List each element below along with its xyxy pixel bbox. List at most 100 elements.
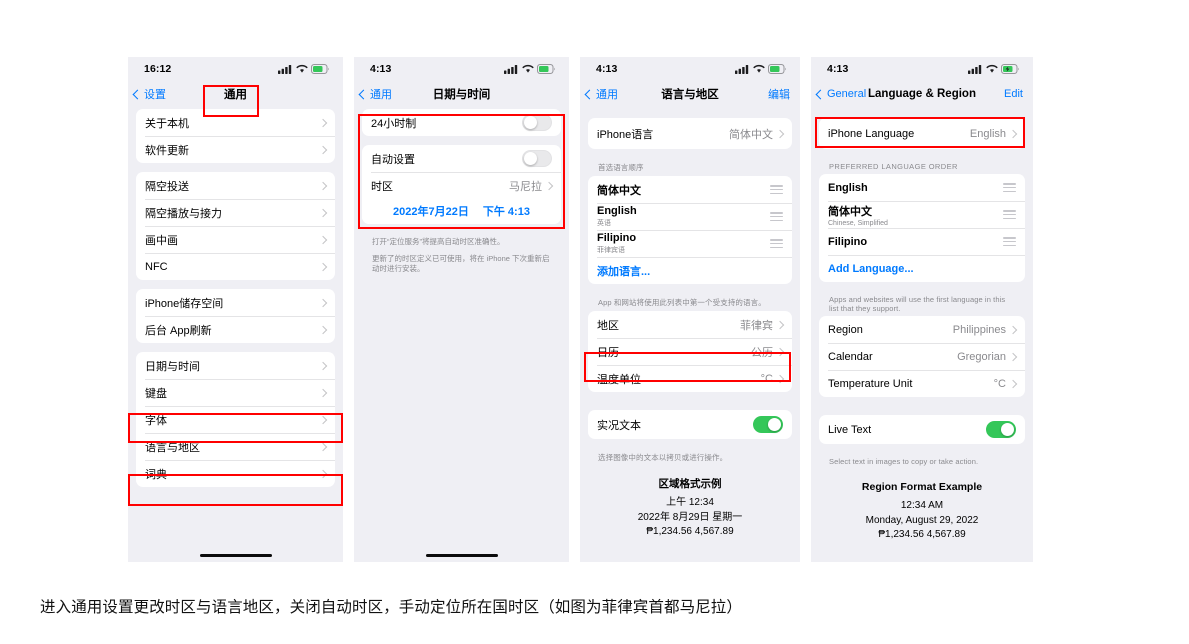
row-label: 日期与时间 <box>145 360 200 373</box>
wifi-icon <box>753 64 765 73</box>
row-set-automatically[interactable]: 自动设置 <box>362 145 561 172</box>
chevron-right-icon <box>318 388 328 397</box>
row-picture-in-picture[interactable]: 画中画 <box>136 226 335 253</box>
back-button[interactable]: 设置 <box>132 86 166 102</box>
toggle-live-text[interactable] <box>753 416 783 433</box>
row-24-hour-time[interactable]: 24小时制 <box>362 109 561 136</box>
row-region[interactable]: 地区 菲律宾 <box>588 311 792 338</box>
back-button[interactable]: 通用 <box>584 86 618 102</box>
language-list-item[interactable]: 简体中文 Chinese, Simplified <box>819 201 1025 228</box>
footnote-live-text: 选择图像中的文本以拷贝或进行操作。 <box>598 453 728 462</box>
row-dictionary[interactable]: 词典 <box>136 460 335 487</box>
row-keyboard[interactable]: 键盘 <box>136 379 335 406</box>
caption-text: 进入通用设置更改时区与语言地区，关闭自动时区，手动定位所在国时区（如图为菲律宾首… <box>40 599 743 616</box>
settings-group-live-text: 实况文本 <box>588 410 792 439</box>
reorder-handle-icon[interactable] <box>1003 237 1016 246</box>
row-add-language[interactable]: Add Language... <box>819 255 1025 282</box>
reorder-handle-icon[interactable] <box>770 185 783 194</box>
row-value-iphone-language: English <box>969 127 1006 140</box>
footnote-location-services: 打开“定位服务”将提高自动时区准确性。 <box>372 237 505 246</box>
back-label: 设置 <box>144 89 166 101</box>
row-label: 简体中文 <box>597 182 770 198</box>
row-software-update[interactable]: 软件更新 <box>136 136 335 163</box>
example-title: 区域格式示例 <box>658 478 722 490</box>
battery-icon <box>311 64 329 74</box>
row-calendar[interactable]: Calendar Gregorian <box>819 343 1025 370</box>
example-line: ₱1,234.56 4,567.89 <box>878 529 966 541</box>
home-indicator <box>425 553 498 557</box>
row-calendar[interactable]: 日历 公历 <box>588 338 792 365</box>
chevron-right-icon <box>775 374 785 383</box>
row-airplay-handoff[interactable]: 隔空播放与接力 <box>136 199 335 226</box>
toggle-24-hour-time[interactable] <box>522 114 552 131</box>
row-live-text[interactable]: Live Text <box>819 415 1025 444</box>
settings-group-region: 地区 菲律宾 日历 公历 温度单位 °C <box>588 311 792 392</box>
toggle-live-text[interactable] <box>986 421 1016 438</box>
language-subtitle: 英语 <box>597 220 611 227</box>
language-list-item[interactable]: Filipino 菲律宾语 <box>588 230 792 257</box>
row-iphone-language[interactable]: iPhone Language English <box>819 118 1025 149</box>
toggle-knob <box>1001 423 1014 436</box>
reorder-handle-icon[interactable] <box>1003 183 1016 192</box>
phone-panel-general: 16:12 设置 通用 关于本机 软件更新 隔空投送 隔空播放与接力 画中画 N… <box>128 57 343 562</box>
section-header-preferred-languages: PREFERRED LANGUAGE ORDER <box>829 162 958 171</box>
example-title: Region Format Example <box>861 481 983 493</box>
edit-button[interactable]: 编辑 <box>768 86 790 102</box>
row-about[interactable]: 关于本机 <box>136 109 335 136</box>
row-label: iPhone Language <box>828 127 915 140</box>
row-label: Filipino <box>828 236 1003 248</box>
back-button[interactable]: General <box>815 88 867 100</box>
row-iphone-storage[interactable]: iPhone储存空间 <box>136 289 335 316</box>
chevron-right-icon <box>775 320 785 329</box>
language-list-item[interactable]: Filipino <box>819 228 1025 255</box>
language-subtitle: Chinese, Simplified <box>828 219 888 227</box>
phone-panel-language-region-zh: 4:13 通用 语言与地区 编辑 iPhone语言 简体中文 首选语言顺序 简体… <box>580 57 800 562</box>
toggle-set-automatically[interactable] <box>522 150 552 167</box>
row-iphone-language[interactable]: iPhone语言 简体中文 <box>588 118 792 149</box>
settings-group-24hour: 24小时制 <box>362 109 561 136</box>
row-nfc[interactable]: NFC <box>136 253 335 280</box>
chevron-right-icon <box>318 361 328 370</box>
row-value-calendar: 公历 <box>751 346 773 359</box>
home-indicator <box>199 553 272 557</box>
row-airdrop[interactable]: 隔空投送 <box>136 172 335 199</box>
language-list-item[interactable]: English 英语 <box>588 203 792 230</box>
cellular-signal-icon <box>968 65 982 74</box>
language-list-item[interactable]: 简体中文 <box>588 176 792 203</box>
status-icons <box>968 64 1020 74</box>
date-time-picker[interactable]: 2022年7月22日 下午 4:13 <box>362 199 561 224</box>
phone-panel-date-time: 4:13 通用 日期与时间 24小时制 自动设置 时区 马尼拉 2022年7月2… <box>354 57 569 562</box>
chevron-right-icon <box>318 208 328 217</box>
settings-group-language-order: 简体中文 English 英语 Filipino 菲律宾语 添加语言... <box>588 176 792 284</box>
wifi-icon <box>986 64 998 73</box>
settings-group-region: Region Philippines Calendar Gregorian Te… <box>819 316 1025 397</box>
row-language-region[interactable]: 语言与地区 <box>136 433 335 460</box>
row-date-time[interactable]: 日期与时间 <box>136 352 335 379</box>
language-name: English <box>828 181 868 194</box>
row-label: Add Language... <box>828 262 914 275</box>
row-live-text[interactable]: 实况文本 <box>588 410 792 439</box>
row-region[interactable]: Region Philippines <box>819 316 1025 343</box>
edit-button[interactable]: Edit <box>1004 88 1023 100</box>
row-temperature-unit[interactable]: 温度单位 °C <box>588 365 792 392</box>
row-fonts[interactable]: 字体 <box>136 406 335 433</box>
chevron-right-icon <box>318 145 328 154</box>
time-value[interactable]: 下午 4:13 <box>483 203 530 219</box>
back-label: General <box>827 88 867 100</box>
settings-group-storage: iPhone储存空间 后台 App刷新 <box>136 289 335 343</box>
reorder-handle-icon[interactable] <box>770 239 783 248</box>
row-time-zone[interactable]: 时区 马尼拉 <box>362 172 561 199</box>
reorder-handle-icon[interactable] <box>770 212 783 221</box>
reorder-handle-icon[interactable] <box>1003 210 1016 219</box>
settings-group-language-order: English 简体中文 Chinese, Simplified Filipino… <box>819 174 1025 282</box>
language-list-item[interactable]: English <box>819 174 1025 201</box>
row-background-app-refresh[interactable]: 后台 App刷新 <box>136 316 335 343</box>
date-value[interactable]: 2022年7月22日 <box>393 203 469 219</box>
row-label: Region <box>828 323 863 336</box>
row-add-language[interactable]: 添加语言... <box>588 257 792 284</box>
row-label: iPhone储存空间 <box>145 297 224 310</box>
back-button[interactable]: 通用 <box>358 86 392 102</box>
cellular-signal-icon <box>504 65 518 74</box>
phone-screenshot-row: 16:12 设置 通用 关于本机 软件更新 隔空投送 隔空播放与接力 画中画 N… <box>128 57 1033 562</box>
row-temperature-unit[interactable]: Temperature Unit °C <box>819 370 1025 397</box>
